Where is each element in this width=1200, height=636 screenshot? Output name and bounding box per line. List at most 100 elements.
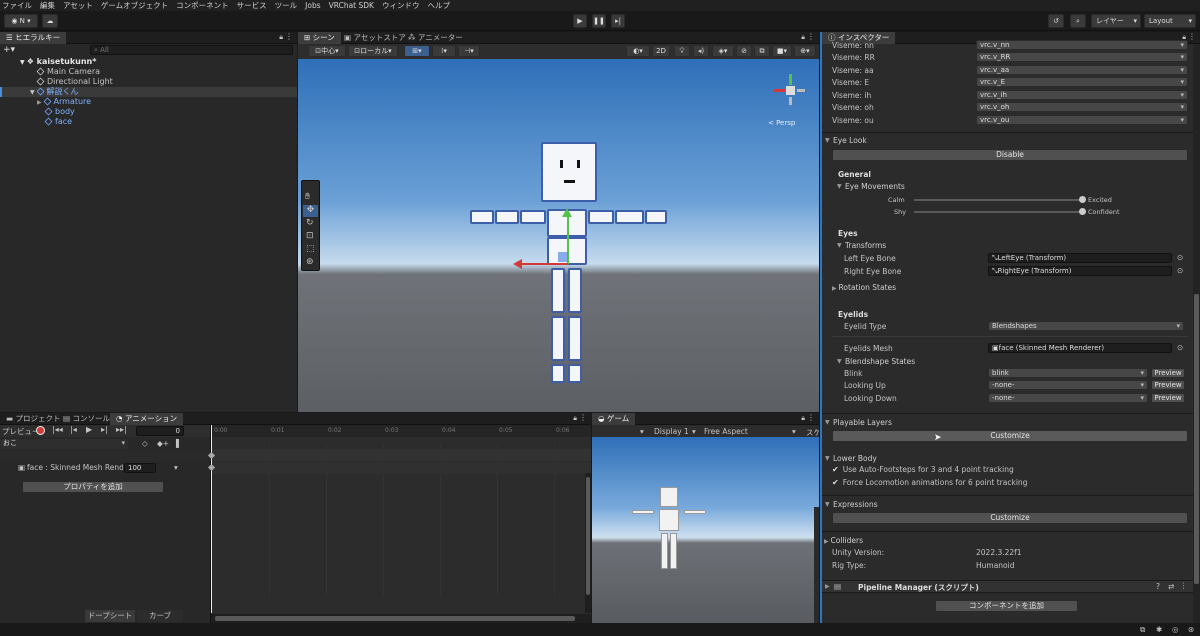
menu-vrchat-sdk[interactable]: VRChat SDK (329, 1, 374, 10)
gizmo-x-axis[interactable] (520, 263, 568, 265)
pause-button[interactable]: ❚❚ (592, 14, 606, 28)
step-button[interactable]: ▸| (611, 14, 625, 28)
menu-assets[interactable]: アセット (63, 0, 93, 11)
viseme-rr-dropdown[interactable]: vrc.v_RR (976, 52, 1188, 62)
menu-jobs[interactable]: Jobs (305, 1, 320, 10)
tree-item-face[interactable]: face (0, 117, 297, 127)
perspective-label[interactable]: < Persp (768, 119, 795, 127)
rotate-tool-icon[interactable]: ↻ (306, 218, 314, 228)
panel-menu-icon[interactable]: ⋮ (807, 413, 815, 422)
scrollbar-thumb[interactable] (586, 477, 590, 595)
prev-keyframe-icon[interactable]: |◂ (70, 425, 77, 434)
viseme-nn-dropdown[interactable]: vrc.v_nn (976, 40, 1188, 50)
lock-icon[interactable]: 🔒︎ (279, 33, 283, 42)
menu-edit[interactable]: 編集 (40, 0, 55, 11)
menu-window[interactable]: ウィンドウ (382, 0, 420, 11)
property-value-input[interactable]: 100 (124, 463, 156, 473)
gizmo-plane-handle[interactable] (558, 252, 568, 262)
camera-dropdown[interactable]: ■▾ (772, 45, 792, 57)
looking-up-dropdown[interactable]: -none- (988, 380, 1148, 390)
blink-dropdown[interactable]: blink (988, 368, 1148, 378)
tree-item-directional-light[interactable]: Directional Light (0, 77, 297, 87)
event-icon[interactable]: ▌ (176, 439, 182, 448)
ruler-button[interactable]: ⊣▾ (458, 45, 480, 57)
tab-animator[interactable]: ⁂ アニメーター (402, 32, 469, 44)
dopesheet-tab[interactable]: ドープシート (85, 610, 135, 622)
add-property-button[interactable]: プロパティを追加 (22, 481, 164, 493)
object-picker-icon[interactable]: ⊙ (1177, 253, 1183, 262)
scrollbar-thumb[interactable] (215, 616, 575, 621)
rotation-states-foldout[interactable]: ▶ Rotation States (832, 283, 896, 292)
transform-tool-icon[interactable]: ⊛ (306, 257, 314, 267)
orientation-gizmo[interactable] (770, 72, 810, 112)
create-button[interactable]: +▾ (3, 45, 15, 55)
eye-movements-foldout[interactable]: Eye Movements (834, 181, 1200, 193)
blendshape-states-foldout[interactable]: Blendshape States (834, 356, 1200, 368)
scene-count-button[interactable]: ⧉ (754, 45, 770, 57)
play-icon[interactable]: ▶ (86, 425, 92, 434)
add-component-button[interactable]: コンポーネントを追加 (935, 600, 1078, 612)
tree-item-armature[interactable]: ▶ Armature (0, 97, 297, 107)
tab-asset-store[interactable]: ▣ アセットストア (338, 32, 412, 44)
space-dropdown[interactable]: ⊡ ローカル ▾ (348, 45, 398, 57)
record-icon[interactable] (36, 426, 45, 435)
menu-component[interactable]: コンポーネント (176, 0, 229, 11)
grid-snap-button[interactable]: ⊞▾ (404, 45, 430, 57)
tree-item-body[interactable]: body (0, 107, 297, 117)
gizmo-x-cone[interactable] (774, 89, 785, 92)
audio-toggle[interactable]: ◂) (693, 45, 709, 57)
snap-increment-button[interactable]: ⁞▾ (432, 45, 456, 57)
clip-dropdown[interactable]: おこ (0, 439, 128, 449)
expressions-foldout[interactable]: Expressions (822, 499, 1200, 511)
cloud-button[interactable]: ☁ (42, 14, 58, 28)
layout-dropdown[interactable]: Layout ▾ (1144, 14, 1196, 28)
chevron-down-icon[interactable]: ▾ (692, 427, 696, 436)
add-event-icon[interactable]: ◆+ (157, 439, 169, 448)
auto-footsteps-checkbox[interactable]: ✔ Use Auto-Footsteps for 3 and 4 point tr… (832, 465, 1014, 474)
shy-confident-slider[interactable] (914, 208, 1086, 215)
gizmo-neg-x-cone[interactable] (797, 89, 805, 92)
toggle-2d-button[interactable]: 2D (652, 45, 670, 57)
effects-dropdown[interactable]: ◈▾ (712, 45, 734, 57)
eye-look-foldout[interactable]: Eye Look (822, 135, 1200, 147)
pivot-dropdown[interactable]: ⊡ 中心 ▾ (308, 45, 346, 57)
history-button[interactable]: ↺ (1048, 14, 1064, 28)
menu-gameobject[interactable]: ゲームオブジェクト (101, 0, 168, 11)
first-keyframe-icon[interactable]: |◂◂ (52, 425, 63, 434)
object-picker-icon[interactable]: ⊙ (1177, 343, 1183, 352)
looking-down-preview-button[interactable]: Preview (1151, 393, 1185, 403)
move-tool-icon[interactable]: ✥ (303, 205, 318, 217)
next-keyframe-icon[interactable]: ▸| (101, 425, 108, 434)
lock-icon[interactable]: 🔒︎ (801, 33, 805, 42)
left-eye-bone-field[interactable]: ⤡LeftEye (Transform) (988, 253, 1172, 263)
game-viewport[interactable] (592, 437, 819, 623)
last-keyframe-icon[interactable]: ▸▸| (116, 425, 127, 434)
scale-tool-icon[interactable]: ⊡ (306, 231, 314, 241)
chevron-down-icon[interactable]: ▾ (792, 427, 796, 436)
eyelid-type-dropdown[interactable]: Blendshapes (988, 321, 1184, 331)
viseme-oh-dropdown[interactable]: vrc.v_oh (976, 102, 1188, 112)
scrollbar-thumb[interactable] (1194, 294, 1199, 584)
eyelids-mesh-field[interactable]: ▣face (Skinned Mesh Renderer) (988, 343, 1172, 353)
visibility-toggle[interactable]: ⊘ (736, 45, 752, 57)
menu-help[interactable]: ヘルプ (427, 0, 450, 11)
help-icon[interactable]: ? (1156, 582, 1160, 591)
looking-down-dropdown[interactable]: -none- (988, 393, 1148, 403)
hierarchy-search-input[interactable]: ⌕ All (90, 45, 293, 55)
tab-console[interactable]: ▤ コンソール (57, 413, 116, 425)
colliders-foldout[interactable]: ▶ Colliders (824, 536, 863, 545)
lock-icon[interactable]: 🔒︎ (801, 414, 805, 423)
display-dropdown[interactable]: Display 1 (654, 427, 689, 436)
settings-icon[interactable]: ⊛ (1188, 625, 1194, 634)
looking-up-preview-button[interactable]: Preview (1151, 380, 1185, 390)
eye-look-disable-button[interactable]: Disable (832, 149, 1188, 161)
gizmo-x-arrow[interactable] (513, 259, 522, 269)
transforms-foldout[interactable]: Transforms (834, 240, 1200, 252)
lower-body-foldout[interactable]: Lower Body (822, 453, 1200, 465)
scene-row[interactable]: ▼ ❖ kaisetukunn* (0, 57, 297, 67)
curves-tab[interactable]: カーブ (137, 610, 183, 622)
tree-item-main-camera[interactable]: Main Camera (0, 67, 297, 77)
force-locomotion-checkbox[interactable]: ✔ Force Locomotion animations for 6 point… (832, 478, 1027, 487)
calm-excited-slider[interactable] (914, 196, 1086, 203)
viseme-e-dropdown[interactable]: vrc.v_E (976, 77, 1188, 87)
